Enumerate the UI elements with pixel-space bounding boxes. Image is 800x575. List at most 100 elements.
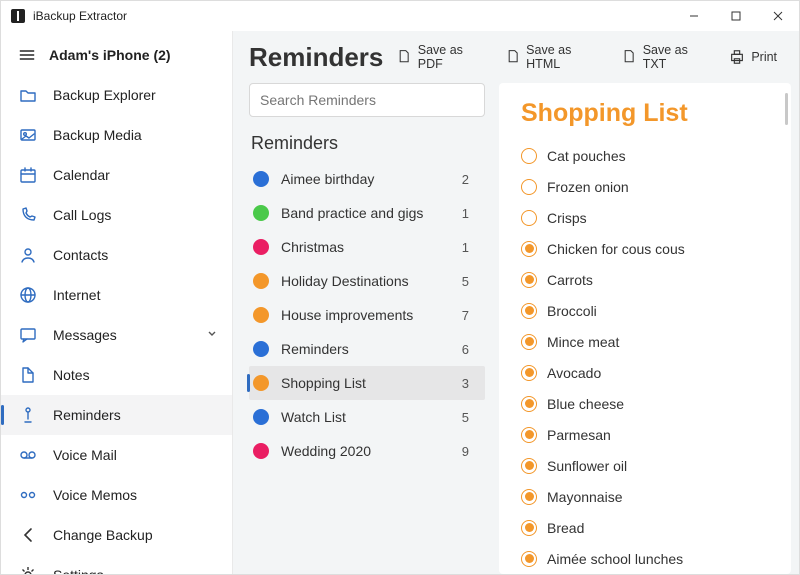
toolbar-print[interactable]: Print [723,39,783,75]
checkbox-ring-icon[interactable] [521,427,537,443]
list-label: Watch List [281,409,346,425]
reminder-item[interactable]: Mince meat [521,326,781,357]
note-icon [19,366,37,384]
toolbar-label: Save as TXT [643,43,708,71]
reminder-item[interactable]: Mayonnaise [521,481,781,512]
reminder-list-row[interactable]: Reminders 6 [249,332,485,366]
checkbox-ring-icon[interactable] [521,272,537,288]
toolbar-save-as-html[interactable]: Save as HTML [500,39,607,75]
reminder-lists-heading: Reminders [249,127,485,162]
list-count: 9 [462,444,475,459]
sidebar-item-label: Voice Mail [53,447,117,463]
reminder-item-label: Bread [547,520,584,536]
list-label: Shopping List [281,375,366,391]
checkbox-ring-icon[interactable] [521,489,537,505]
device-label: Adam's iPhone (2) [49,47,171,63]
folder-icon [19,86,37,104]
reminder-item[interactable]: Cat pouches [521,140,781,171]
reminder-item[interactable]: Aimée school lunches [521,543,781,574]
checkbox-ring-icon[interactable] [521,551,537,567]
reminder-item[interactable]: Bread [521,512,781,543]
reminder-item-label: Carrots [547,272,593,288]
reminder-item[interactable]: Parmesan [521,419,781,450]
window-titlebar: iBackup Extractor [1,1,799,31]
color-dot-icon [253,443,269,459]
checkbox-ring-icon[interactable] [521,458,537,474]
message-icon [19,326,37,344]
sidebar-item-label: Contacts [53,247,108,263]
toolbar-save-as-pdf[interactable]: Save as PDF [391,39,489,75]
reminder-item[interactable]: Avocado [521,357,781,388]
reminder-list-row[interactable]: Watch List 5 [249,400,485,434]
list-count: 6 [462,342,475,357]
reminder-list-row[interactable]: Christmas 1 [249,230,485,264]
window-close-button[interactable] [757,1,799,31]
sidebar-item-label: Reminders [53,407,121,423]
reminder-item[interactable]: Broccoli [521,295,781,326]
checkbox-ring-icon[interactable] [521,365,537,381]
sidebar-item-backup-media[interactable]: Backup Media [1,115,232,155]
reminder-icon [19,406,37,424]
color-dot-icon [253,341,269,357]
list-count: 5 [462,410,475,425]
sidebar-footer-change-backup[interactable]: Change Backup [1,515,232,555]
scrollbar-indicator[interactable] [785,93,788,125]
reminder-item[interactable]: Sunflower oil [521,450,781,481]
sidebar-item-notes[interactable]: Notes [1,355,232,395]
search-input[interactable] [249,83,485,117]
globe-icon [19,286,37,304]
checkbox-ring-icon[interactable] [521,396,537,412]
reminder-item[interactable]: Carrots [521,264,781,295]
list-count: 2 [462,172,475,187]
window-maximize-button[interactable] [715,1,757,31]
page-title: Reminders [249,42,383,73]
checkbox-ring-icon[interactable] [521,520,537,536]
window-minimize-button[interactable] [673,1,715,31]
checkbox-ring-icon[interactable] [521,303,537,319]
reminder-item[interactable]: Blue cheese [521,388,781,419]
checkbox-ring-icon[interactable] [521,148,537,164]
sidebar-item-messages[interactable]: Messages [1,315,232,355]
sidebar-item-contacts[interactable]: Contacts [1,235,232,275]
sidebar-item-calendar[interactable]: Calendar [1,155,232,195]
reminder-list-row[interactable]: Band practice and gigs 1 [249,196,485,230]
file-icon [397,49,411,65]
checkbox-ring-icon[interactable] [521,210,537,226]
list-count: 5 [462,274,475,289]
reminder-list-row[interactable]: Aimee birthday 2 [249,162,485,196]
reminder-item[interactable]: Crisps [521,202,781,233]
reminder-list-row[interactable]: Wedding 2020 9 [249,434,485,468]
reminder-list-row[interactable]: Shopping List 3 [249,366,485,400]
reminder-list-row[interactable]: Holiday Destinations 5 [249,264,485,298]
reminder-item[interactable]: Frozen onion [521,171,781,202]
sidebar-item-internet[interactable]: Internet [1,275,232,315]
sidebar-item-voice-mail[interactable]: Voice Mail [1,435,232,475]
sidebar-item-reminders[interactable]: Reminders [1,395,232,435]
list-label: Band practice and gigs [281,205,423,221]
sidebar-item-label: Voice Memos [53,487,137,503]
reminder-item[interactable]: Chicken for cous cous [521,233,781,264]
list-label: Holiday Destinations [281,273,409,289]
reminder-item-label: Mayonnaise [547,489,623,505]
detail-pane: Shopping List Cat pouches Frozen onion C… [499,83,791,574]
reminder-item-label: Chicken for cous cous [547,241,685,257]
checkbox-ring-icon[interactable] [521,334,537,350]
reminder-item-label: Parmesan [547,427,611,443]
list-label: Aimee birthday [281,171,374,187]
sidebar-device-header[interactable]: Adam's iPhone (2) [1,37,232,75]
color-dot-icon [253,171,269,187]
color-dot-icon [253,239,269,255]
toolbar-label: Save as PDF [418,43,484,71]
sidebar-item-call-logs[interactable]: Call Logs [1,195,232,235]
sidebar-item-backup-explorer[interactable]: Backup Explorer [1,75,232,115]
sidebar-footer-settings[interactable]: Settings [1,555,232,574]
toolbar-save-as-txt[interactable]: Save as TXT [616,39,713,75]
sidebar-item-voice-memos[interactable]: Voice Memos [1,475,232,515]
file-icon [506,49,520,65]
checkbox-ring-icon[interactable] [521,241,537,257]
checkbox-ring-icon[interactable] [521,179,537,195]
sidebar-item-label: Settings [53,567,104,574]
sidebar-item-label: Change Backup [53,527,153,543]
color-dot-icon [253,307,269,323]
reminder-list-row[interactable]: House improvements 7 [249,298,485,332]
